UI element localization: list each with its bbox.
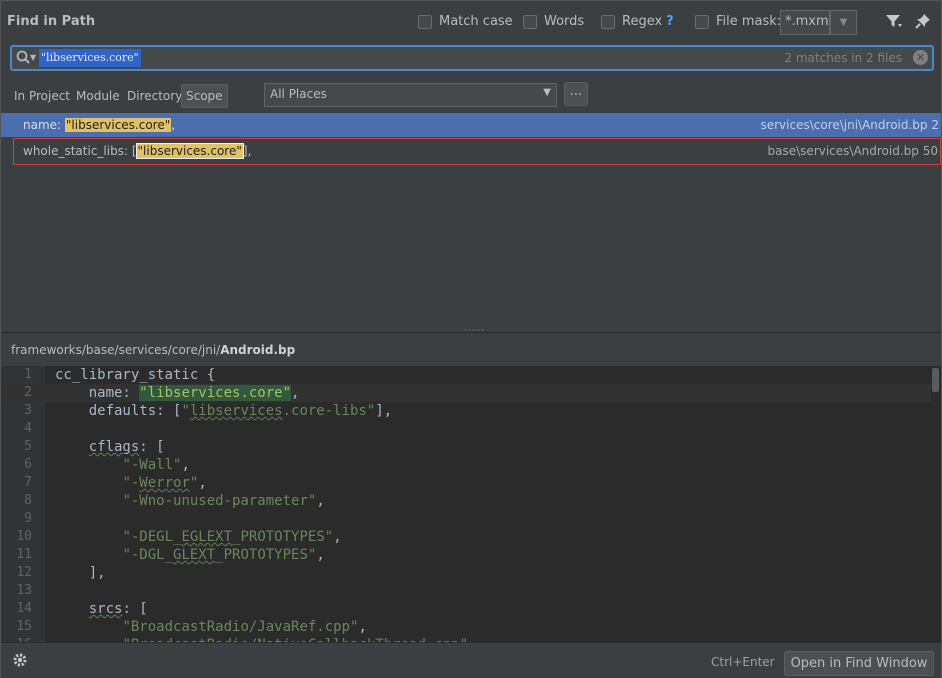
tab-directory[interactable]: Directory — [123, 84, 186, 108]
code-line: 1 cc_library_static { — [24, 367, 216, 383]
splitter-grip-icon[interactable]: ⋯⋯ — [464, 325, 484, 336]
open-in-find-window-button[interactable]: Open in Find Window — [784, 651, 934, 676]
result-path: services\core\jni\Android.bp 2 — [760, 118, 939, 132]
filter-icon[interactable] — [885, 13, 903, 33]
regex-checkbox[interactable]: Regex ? — [601, 14, 674, 29]
code-line: 9 — [24, 511, 32, 526]
preview-file-name: Android.bp — [220, 343, 296, 357]
result-match: "libservices.core" — [64, 118, 172, 132]
preview-file-path: frameworks/base/services/core/jni/Androi… — [1, 336, 941, 366]
match-count: 2 matches in 2 files — [784, 51, 902, 65]
dialog-header: Find in Path Match case Words Regex ? Fi… — [1, 1, 941, 43]
preview-file-dir: frameworks/base/services/core/jni/ — [11, 343, 221, 357]
code-line: 15 "BroadcastRadio/JavaRef.cpp", — [16, 619, 367, 635]
file-mask-input[interactable]: *.mxml — [780, 10, 832, 35]
chevron-down-icon: ▼ — [543, 87, 551, 98]
tab-module[interactable]: Module — [72, 84, 124, 108]
code-line: 6 "-Wall", — [24, 457, 190, 473]
code-line: 10 "-DEGL_EGLEXT_PROTOTYPES", — [16, 529, 342, 545]
result-path: base\services\Android.bp 50 — [767, 144, 938, 158]
result-row[interactable]: whole_static_libs: ["libservices.core"],… — [13, 138, 941, 165]
search-field[interactable]: ▼ "libservices.core" 2 matches in 2 file… — [10, 45, 934, 71]
file-mask-checkbox[interactable]: File mask: — [695, 14, 781, 29]
words-label: Words — [544, 14, 585, 29]
preview-scrollbar[interactable] — [932, 368, 939, 392]
shortcut-hint: Ctrl+Enter — [711, 655, 775, 669]
scope-places-select[interactable]: All Places ▼ — [264, 83, 557, 107]
match-case-label: Match case — [439, 14, 513, 29]
gear-icon[interactable] — [12, 652, 28, 672]
code-line: 2 name: "libservices.core", — [1, 384, 931, 402]
code-line: 7 "-Werror", — [24, 475, 207, 491]
code-line: 8 "-Wno-unused-parameter", — [24, 493, 325, 509]
words-checkbox[interactable]: Words — [523, 14, 584, 29]
words-box[interactable] — [523, 14, 537, 29]
file-mask-box[interactable] — [695, 14, 709, 29]
result-match: "libservices.core" — [135, 143, 244, 159]
result-text: whole_static_libs: ["libservices.core"], — [23, 143, 252, 159]
search-history-caret-icon[interactable]: ▼ — [30, 53, 36, 62]
clear-icon[interactable]: ✕ — [913, 50, 928, 65]
scope-more-button[interactable]: ... — [564, 82, 588, 106]
match-case-checkbox[interactable]: Match case — [418, 14, 513, 29]
result-text: name: "libservices.core", — [23, 118, 176, 132]
code-line: 13 — [16, 583, 32, 598]
find-in-path-dialog: Find in Path Match case Words Regex ? Fi… — [0, 0, 942, 678]
code-line: 12 ], — [16, 565, 106, 581]
result-row[interactable]: name: "libservices.core", services\core\… — [1, 113, 941, 137]
code-line: 14 srcs: [ — [16, 601, 148, 617]
code-preview[interactable]: 1 cc_library_static { 2 name: "libservice… — [1, 366, 941, 642]
regex-box[interactable] — [601, 14, 615, 29]
file-mask-dropdown[interactable]: ▼ — [830, 10, 857, 35]
regex-help-icon[interactable]: ? — [666, 14, 674, 29]
code-line: 5 cflags: [ — [24, 439, 165, 455]
tab-scope[interactable]: Scope — [181, 84, 228, 108]
scope-places-value: All Places — [270, 87, 327, 101]
search-query[interactable]: "libservices.core" — [39, 49, 141, 67]
code-line: 11 "-DGL_GLEXT_PROTOTYPES", — [16, 547, 325, 563]
file-mask-label: File mask: — [716, 14, 782, 29]
tab-in-project[interactable]: In Project — [10, 84, 74, 108]
pin-icon[interactable] — [915, 13, 931, 33]
dialog-title: Find in Path — [7, 14, 96, 29]
code-line: 4 — [24, 421, 32, 436]
search-icon[interactable] — [16, 49, 30, 69]
match-case-box[interactable] — [418, 14, 432, 29]
dialog-footer: Ctrl+Enter Open in Find Window — [1, 642, 941, 678]
regex-label: Regex — [622, 14, 663, 29]
code-line: 3 defaults: ["libservices.core-libs"], — [24, 403, 393, 419]
